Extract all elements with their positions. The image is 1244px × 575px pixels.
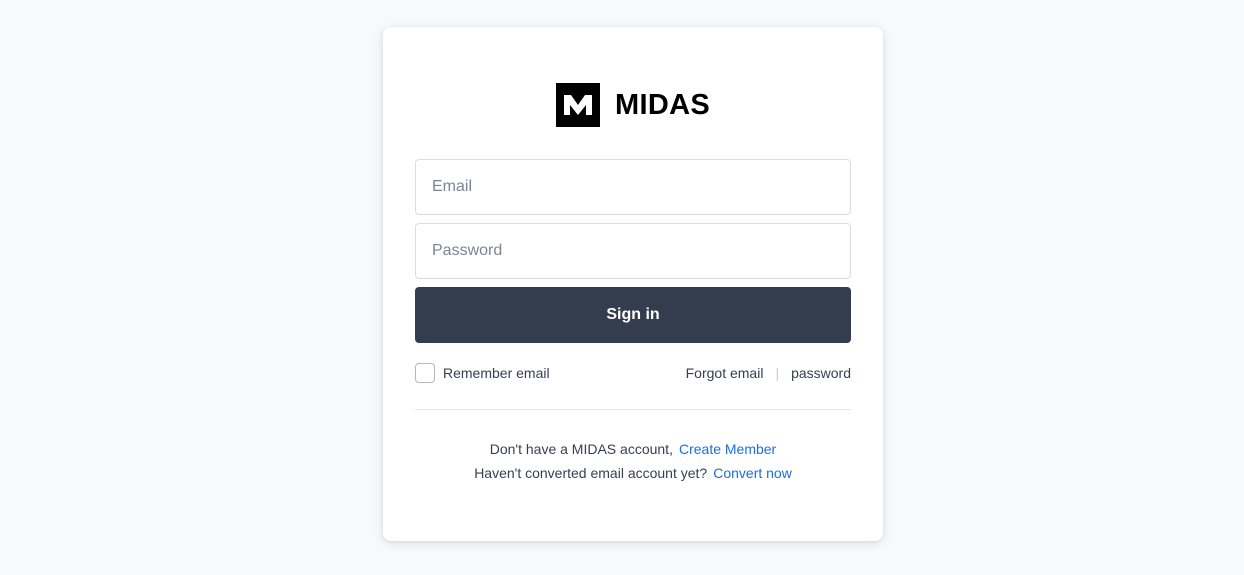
password-input[interactable]: [415, 223, 851, 279]
sign-in-button[interactable]: Sign in: [415, 287, 851, 343]
create-account-line: Don't have a MIDAS account, Create Member: [383, 441, 883, 457]
midas-m-logo-icon: [556, 83, 601, 127]
link-separator: |: [775, 365, 780, 381]
remember-email-label: Remember email: [443, 365, 550, 381]
no-account-text: Don't have a MIDAS account,: [489, 441, 673, 457]
convert-account-line: Haven't converted email account yet? Conv…: [383, 465, 883, 481]
forgot-password-link[interactable]: password: [791, 365, 851, 381]
login-options-row: Remember email Forgot email | password: [415, 363, 851, 383]
remember-email-toggle[interactable]: Remember email: [415, 363, 550, 383]
convert-now-link[interactable]: Convert now: [713, 465, 792, 481]
create-member-link[interactable]: Create Member: [679, 441, 776, 457]
brand-logo: MIDAS: [383, 83, 883, 127]
brand-name: MIDAS: [615, 89, 710, 121]
remember-email-checkbox[interactable]: [415, 363, 435, 383]
divider: [415, 409, 851, 410]
email-input[interactable]: [415, 159, 851, 215]
forgot-email-link[interactable]: Forgot email: [686, 365, 764, 381]
forgot-links: Forgot email | password: [686, 365, 851, 381]
login-card: MIDAS Sign in Remember email Forgot emai…: [383, 27, 883, 541]
convert-text: Haven't converted email account yet?: [474, 465, 708, 481]
